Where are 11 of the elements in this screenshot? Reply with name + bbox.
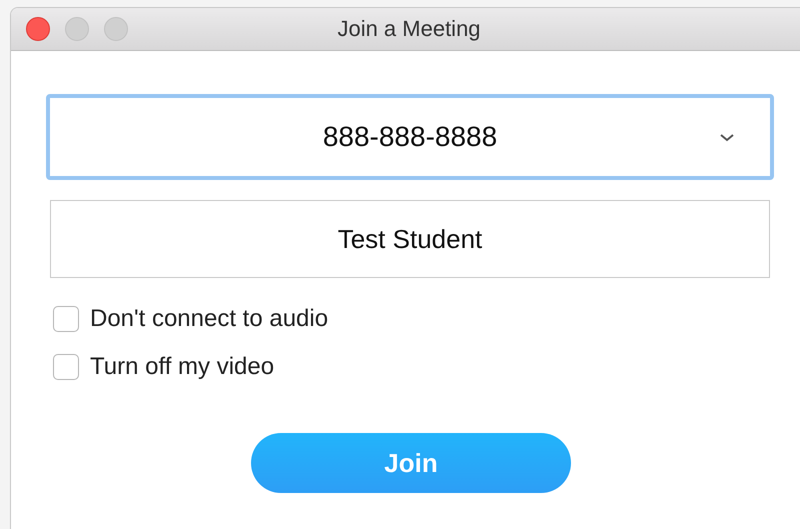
- minimize-button[interactable]: [65, 17, 89, 41]
- zoom-button[interactable]: [104, 17, 128, 41]
- checkbox[interactable]: [53, 354, 79, 380]
- close-button[interactable]: [26, 17, 50, 41]
- caret-icon: [720, 134, 734, 142]
- checkbox-label: Turn off my video: [90, 353, 274, 381]
- checkbox-label: Don't connect to audio: [90, 305, 328, 333]
- name-field[interactable]: Test Student: [50, 200, 770, 278]
- window-title: Join a Meeting: [337, 16, 481, 42]
- checkbox[interactable]: [53, 306, 79, 332]
- meeting-id-field[interactable]: 888-888-8888: [46, 94, 774, 180]
